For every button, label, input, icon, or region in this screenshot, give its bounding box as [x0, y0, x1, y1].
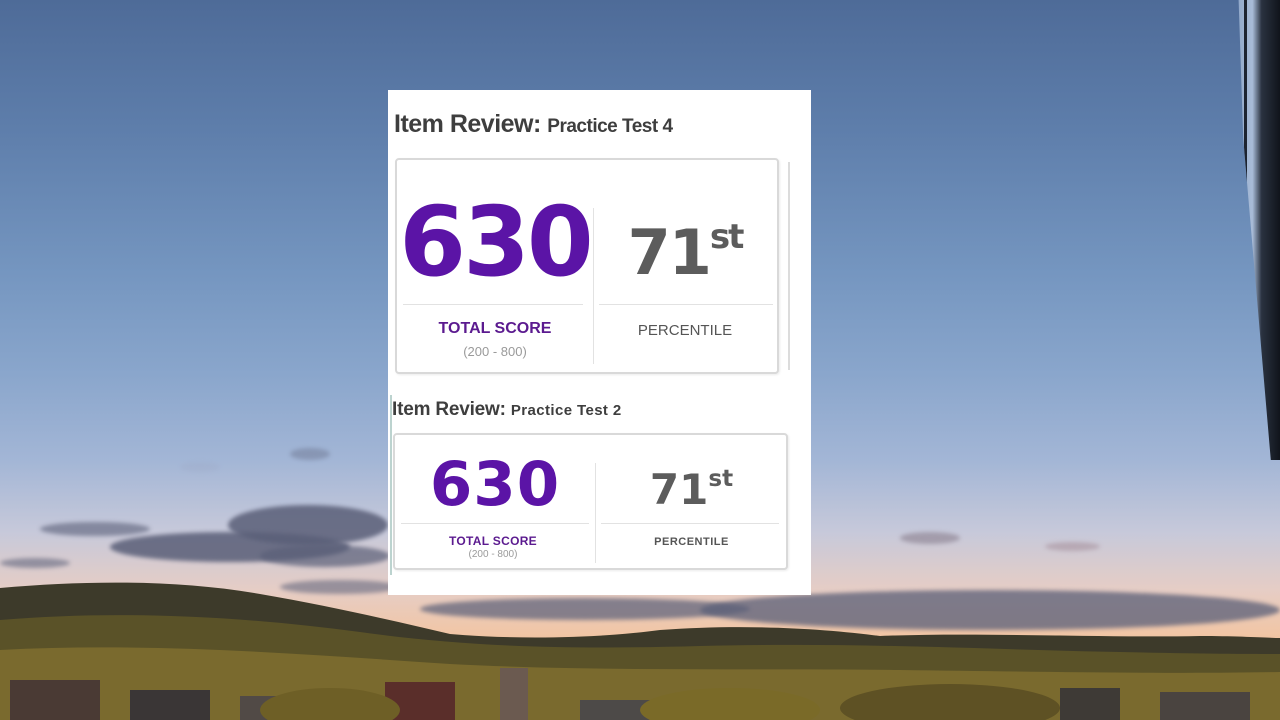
score-range: (200 - 800)	[463, 344, 527, 359]
divider	[403, 304, 583, 305]
cloud	[900, 532, 960, 544]
percentile-number: 71	[627, 216, 712, 289]
section-title: Item Review: Practice Test 2	[392, 399, 622, 421]
title-tail: Practice Test 4	[547, 116, 673, 137]
cloud	[290, 448, 330, 460]
cloud	[180, 462, 220, 472]
title-tail: Practice Test 2	[510, 402, 622, 419]
total-score-label: TOTAL SCORE	[438, 320, 552, 337]
score-panel: 630 71st TOTAL SCORE (200 - 800) PERCENT…	[393, 433, 788, 570]
divider	[401, 523, 589, 524]
score-panel: 630 71st TOTAL SCORE (200 - 800) PERCENT…	[395, 158, 779, 374]
total-score-label: TOTAL SCORE	[449, 534, 537, 548]
title-lead: Item Review:	[392, 399, 506, 420]
total-score-value: 630	[399, 186, 593, 298]
score-card: Item Review: Practice Test 4 630 71st TO…	[388, 90, 811, 595]
percentile-value: 71st	[595, 220, 775, 284]
cloud	[0, 558, 70, 568]
divider	[593, 208, 594, 364]
side-rule	[390, 395, 392, 575]
total-score-value: 630	[429, 449, 561, 520]
cloud	[260, 545, 390, 567]
divider	[595, 463, 596, 563]
percentile-label: PERCENTILE	[637, 322, 733, 339]
percentile-suffix: st	[708, 465, 734, 492]
building-edge	[1234, 0, 1280, 460]
percentile-number: 71	[649, 465, 709, 514]
percentile-label: PERCENTILE	[654, 536, 729, 548]
cloud	[40, 522, 150, 536]
town	[10, 668, 1250, 720]
cloud	[1045, 542, 1100, 551]
side-rule	[788, 162, 790, 370]
percentile-suffix: st	[709, 217, 745, 258]
divider	[599, 304, 773, 305]
section-title: Item Review: Practice Test 4	[394, 110, 673, 139]
title-lead: Item Review:	[394, 110, 541, 138]
score-range: (200 - 800)	[468, 549, 518, 560]
percentile-value: 71st	[599, 465, 784, 511]
divider	[601, 523, 779, 524]
